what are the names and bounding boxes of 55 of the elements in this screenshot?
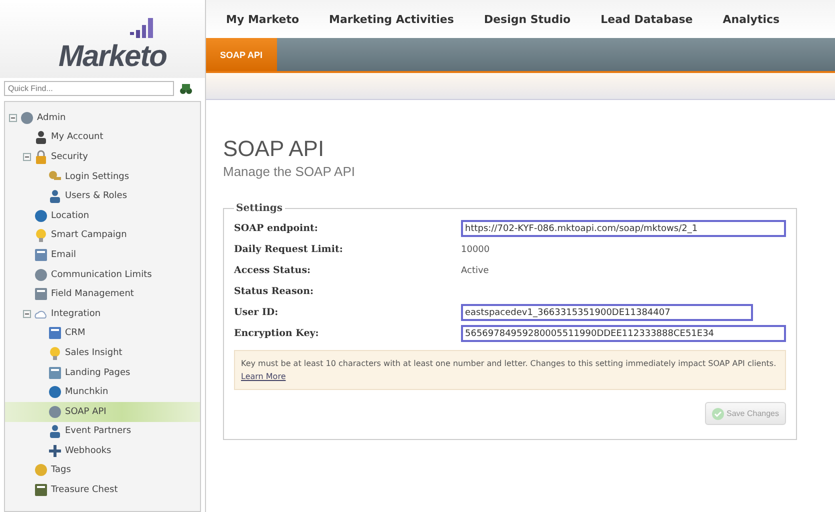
user-icon	[34, 130, 48, 144]
field-label: SOAP endpoint:	[234, 223, 319, 234]
tree-item[interactable]: Security	[5, 147, 200, 167]
tree-item[interactable]: Admin	[5, 108, 200, 128]
binoculars-icon[interactable]	[180, 82, 192, 94]
tree-item[interactable]: Field Management	[5, 284, 200, 304]
tree-item[interactable]: Landing Pages	[5, 362, 200, 382]
field-label: Access Status:	[234, 265, 312, 276]
group-icon	[48, 189, 62, 204]
tree-item[interactable]: Users & Roles	[5, 186, 200, 206]
field-value: Active	[461, 266, 490, 276]
toggle-icon[interactable]	[23, 310, 31, 318]
field-label: Daily Request Limit:	[234, 244, 344, 255]
tree-item[interactable]: Integration	[5, 304, 200, 324]
settings-legend: Settings	[234, 203, 285, 214]
page-title: SOAP API	[223, 136, 326, 162]
group-icon	[48, 424, 62, 438]
bars-logo-icon	[130, 18, 156, 40]
field-value: 10000	[461, 244, 491, 254]
nav-tab[interactable]: Marketing Activities	[329, 12, 454, 26]
bulb-icon	[34, 228, 48, 242]
nav-tab[interactable]: Lead Database	[600, 12, 693, 26]
tree-item[interactable]: Email	[5, 245, 200, 265]
tree-item[interactable]: Webhooks	[5, 441, 200, 461]
lock-icon	[34, 150, 48, 164]
check-icon	[712, 408, 724, 420]
tree-item[interactable]: Communication Limits	[5, 264, 200, 284]
tree-item[interactable]: Sales Insight	[5, 343, 200, 363]
tree-item[interactable]: Treasure Chest	[5, 480, 200, 500]
field-label: User ID:	[234, 307, 280, 318]
tree-item[interactable]: Tags	[5, 460, 200, 480]
tree-item[interactable]: Smart Campaign	[5, 226, 200, 246]
nav-tab[interactable]: Design Studio	[484, 12, 571, 26]
nav-tab[interactable]: My Marketo	[226, 12, 300, 26]
toggle-icon[interactable]	[9, 114, 17, 122]
quick-find-field[interactable]: Quick Find...	[4, 81, 174, 96]
field-label: Encryption Key:	[234, 328, 320, 339]
learn-more-link[interactable]: Learn More	[241, 372, 286, 381]
nav-tab[interactable]: Analytics	[722, 12, 780, 26]
tree-item[interactable]: CRM	[5, 324, 200, 344]
tree-item[interactable]: Event Partners	[5, 422, 200, 442]
tree-item[interactable]: Munchkin	[5, 382, 200, 402]
toggle-icon[interactable]	[23, 152, 31, 161]
logo-text: Marketo	[58, 40, 167, 74]
input-field[interactable]: eastspacedev1_3663315351900DE11384407	[461, 304, 753, 321]
tree-item[interactable]: SOAP API	[5, 402, 200, 422]
input-field[interactable]: https://702-KYF-086.mktoapi.com/soap/mktows/2_1	[461, 220, 786, 237]
field-label: Status Reason:	[234, 286, 315, 297]
tree-item[interactable]: My Account	[5, 128, 200, 148]
notice-text: Key must be at least 10 characters with at least one number and letter. Changes to this setting immediately impact SOAP API clients. Learn More	[234, 350, 786, 390]
tree-item[interactable]: Login Settings	[5, 166, 200, 186]
bulb-icon	[48, 346, 62, 360]
input-field[interactable]: 56569784959280005511990DDEE112333888CE51E34	[461, 325, 786, 342]
page-subtitle: Manage the SOAP API	[223, 164, 356, 179]
tree-item[interactable]: Location	[5, 206, 200, 226]
